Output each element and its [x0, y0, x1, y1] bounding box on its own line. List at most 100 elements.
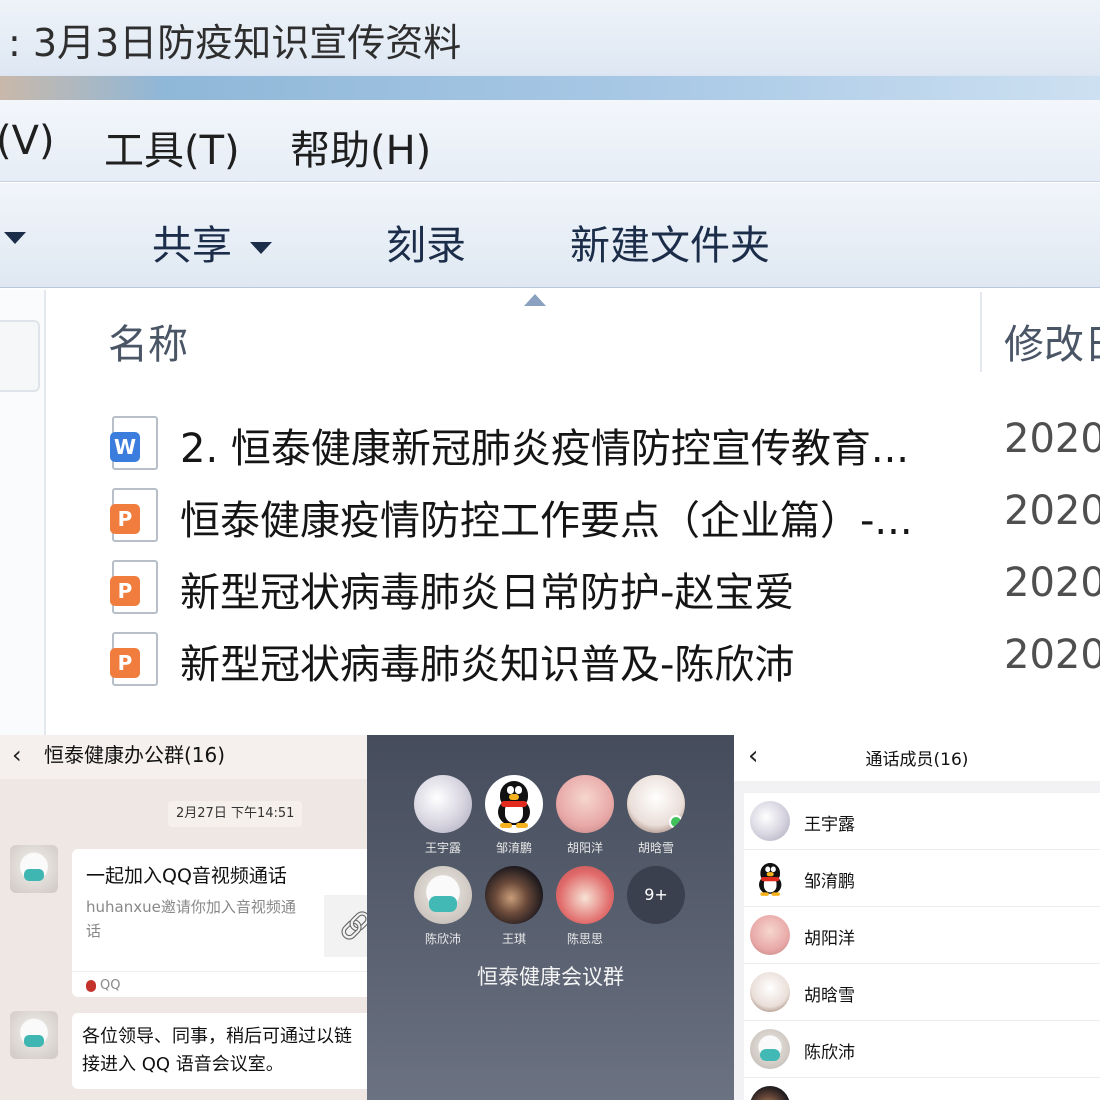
members-title: 通话成员(16): [865, 750, 969, 770]
file-name: 恒泰健康疫情防控工作要点（企业篇）-...: [180, 498, 913, 544]
back-arrow-icon[interactable]: ‹: [12, 741, 22, 769]
file-row[interactable]: P 新型冠状病毒肺炎日常防护-赵宝爱 2020: [108, 554, 1100, 620]
call-invite-card[interactable]: 一起加入QQ音视频通话 huhanxue邀请你加入音视频通话 🔗︎ QQ: [72, 849, 367, 997]
mask-graphic: [24, 869, 44, 881]
chat-header: ‹ 恒泰健康办公群(16): [0, 735, 367, 779]
members-list: 王宇露 邹淯鹏 胡阳洋 胡晗雪 陈欣沛: [744, 793, 1100, 1100]
qq-penguin-avatar-icon: [485, 775, 543, 833]
file-explorer-window: : 3月3日防疫知识宣传资料 (V) 工具(T) 帮助(H) 共享 刻录 新建文…: [0, 0, 1100, 735]
member-name: 王宇露: [804, 815, 855, 835]
file-row[interactable]: P 新型冠状病毒肺炎知识普及-陈欣沛 2020: [108, 626, 1100, 692]
group-chat-panel: ‹ 恒泰健康办公群(16) 2月27日 下午14:51 一起加入QQ音视频通话 …: [0, 735, 367, 1100]
card-description: huhanxue邀请你加入音视频通话: [86, 898, 296, 940]
chevron-down-icon: [4, 232, 26, 244]
avatar: [750, 1029, 790, 1069]
call-member[interactable]: 王宇露: [414, 775, 472, 855]
file-date: 2020: [1004, 560, 1100, 606]
title-bar: : 3月3日防疫知识宣传资料: [0, 0, 1100, 100]
member-name: 王宇露: [424, 841, 461, 855]
avatar: [750, 915, 790, 955]
card-source: QQ: [100, 978, 121, 993]
card-footer: QQ: [72, 971, 367, 999]
call-members-panel: ‹ 通话成员(16) 王宇露 邹淯鹏 胡阳洋 胡晗雪 陈欣沛: [734, 735, 1100, 1100]
qq-penguin-avatar-icon: [750, 858, 790, 898]
file-name: 新型冠状病毒肺炎日常防护-赵宝爱: [180, 570, 795, 616]
message-bubble: 各位领导、同事，稍后可通过以链接进入 QQ 语音会议室。: [72, 1013, 367, 1089]
file-row[interactable]: P 恒泰健康疫情防控工作要点（企业篇）-... 2020: [108, 482, 1100, 548]
more-members-button[interactable]: 9+: [627, 866, 685, 946]
address-bar-strip: [0, 76, 1100, 100]
member-name: 胡阳洋: [566, 841, 603, 855]
voice-call-panel: 王宇露 邹淯鹏 胡阳洋 胡晗雪 陈欣沛 王琪 陈思思 9+ 恒泰健康会议群: [367, 735, 734, 1100]
file-row[interactable]: W 2. 恒泰健康新冠肺炎疫情防控宣传教育... 2020: [108, 410, 1100, 476]
window-title: : 3月3日防疫知识宣传资料: [8, 21, 462, 65]
members-header: ‹ 通话成员(16): [734, 735, 1100, 781]
call-member[interactable]: 胡晗雪: [627, 775, 685, 855]
card-thumbnail: 🔗︎: [324, 895, 367, 957]
list-item[interactable]: 胡阳洋: [744, 907, 1100, 964]
file-date: 2020: [1004, 632, 1100, 678]
file-date: 2020: [1004, 416, 1100, 462]
nav-pane-item[interactable]: [0, 320, 40, 392]
member-name: 陈欣沛: [424, 932, 461, 946]
powerpoint-document-icon: P: [110, 488, 158, 542]
organize-dropdown-button[interactable]: [0, 213, 26, 259]
burn-button[interactable]: 刻录: [386, 213, 466, 271]
column-header-name[interactable]: 名称: [108, 312, 188, 370]
member-name: 胡晗雪: [804, 986, 855, 1006]
chevron-down-icon: [250, 242, 272, 254]
avatar: [414, 866, 472, 924]
member-name: 王琪: [501, 932, 526, 946]
call-member[interactable]: 邹淯鹏: [485, 775, 543, 855]
chat-title: 恒泰健康办公群(16): [44, 743, 226, 767]
new-folder-button[interactable]: 新建文件夹: [570, 213, 770, 271]
member-name: 胡阳洋: [804, 929, 855, 949]
menu-help[interactable]: 帮助(H): [290, 118, 431, 176]
member-name: 胡晗雪: [637, 841, 674, 855]
avatar: [750, 1086, 790, 1100]
more-members-count: 9+: [627, 866, 685, 924]
sort-ascending-icon: [524, 294, 546, 306]
column-header-modified[interactable]: 修改日: [1004, 312, 1100, 370]
avatar: [556, 775, 614, 833]
powerpoint-document-icon: P: [110, 560, 158, 614]
list-item[interactable]: 胡晗雪: [744, 964, 1100, 1021]
call-member[interactable]: 胡阳洋: [556, 775, 614, 855]
avatar: [750, 801, 790, 841]
list-item[interactable]: [744, 1078, 1100, 1100]
call-member[interactable]: 陈思思: [556, 866, 614, 946]
share-button[interactable]: 共享: [152, 213, 272, 271]
call-group-name: 恒泰健康会议群: [477, 965, 624, 989]
call-member[interactable]: 陈欣沛: [414, 866, 472, 946]
avatar[interactable]: [10, 1011, 58, 1059]
list-item[interactable]: 陈欣沛: [744, 1021, 1100, 1078]
avatar: [750, 972, 790, 1012]
card-title: 一起加入QQ音视频通话: [86, 865, 287, 887]
avatar: [414, 775, 472, 833]
command-toolbar: 共享 刻录 新建文件夹: [0, 183, 1100, 288]
file-name: 2. 恒泰健康新冠肺炎疫情防控宣传教育...: [180, 426, 910, 472]
member-name: 陈欣沛: [804, 1043, 855, 1063]
file-name: 新型冠状病毒肺炎知识普及-陈欣沛: [180, 642, 795, 688]
menu-tools[interactable]: 工具(T): [104, 118, 240, 176]
list-item[interactable]: 邹淯鹏: [744, 850, 1100, 907]
member-name: 邹淯鹏: [495, 841, 532, 855]
avatar[interactable]: [10, 845, 58, 893]
share-button-label: 共享: [152, 223, 232, 269]
avatar: [485, 866, 543, 924]
menu-bar: (V) 工具(T) 帮助(H): [0, 100, 1100, 182]
word-document-icon: W: [110, 416, 158, 470]
menu-view[interactable]: (V): [0, 118, 55, 164]
file-date: 2020: [1004, 488, 1100, 534]
powerpoint-document-icon: P: [110, 632, 158, 686]
list-item[interactable]: 王宇露: [744, 793, 1100, 850]
avatar: [627, 775, 685, 833]
avatar: [556, 866, 614, 924]
link-icon: 🔗︎: [338, 909, 367, 942]
qq-logo-icon: [86, 979, 96, 992]
mask-graphic: [24, 1035, 44, 1047]
call-member[interactable]: 王琪: [485, 866, 543, 946]
column-divider[interactable]: [980, 292, 982, 372]
navigation-pane[interactable]: [0, 290, 46, 735]
member-name: 邹淯鹏: [804, 872, 855, 892]
